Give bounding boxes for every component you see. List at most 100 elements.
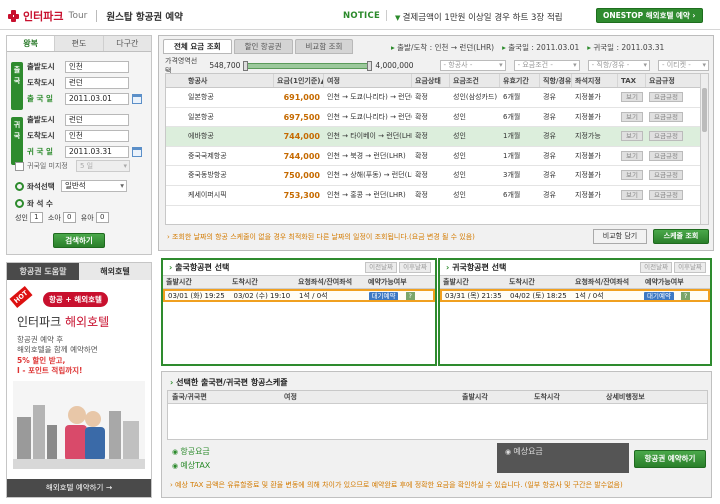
fare-row[interactable]: 중국국제항공 744,000 인천 → 북경 → 런던(LHR) 확정 성인 1… (166, 147, 708, 167)
unset-return-checkbox[interactable] (15, 161, 24, 171)
fare-table-scrollbar[interactable] (700, 74, 708, 224)
promo-description: 항공권 예약 후 해외호텔을 함께 예약하면 (17, 335, 98, 355)
help-icon[interactable]: ? (405, 292, 415, 300)
tab-compare[interactable]: 비교함 조회 (294, 39, 354, 54)
fare-validity: 3개월 (503, 171, 521, 180)
fare-condition-filter-select[interactable]: - 요금조건 - (513, 60, 580, 71)
selected-schedule-panel: 선택한 출국편/귀국편 항공스케쥴 출국/귀국편 여정 출발시각 도착시각 상세… (161, 371, 712, 498)
tax-view-button[interactable]: 보기 (621, 189, 643, 200)
seat-class-select[interactable]: 일반석 (61, 180, 127, 192)
fare-status: 확정 (415, 190, 428, 199)
eticket-filter-select[interactable]: - 이티켓 - (657, 60, 709, 71)
col-airline[interactable]: 항공사 (166, 74, 274, 87)
reserve-ticket-button[interactable]: 항공권 예약하기 (634, 450, 706, 468)
estimated-tax-label: 예상TAX (172, 459, 210, 473)
fare-row[interactable]: 일본항공 691,000 인천 → 도쿄(나리타) → 런던(LHR) 확정 성… (166, 88, 708, 108)
tab-one-way[interactable]: 편도 (55, 36, 104, 51)
return-date-input[interactable]: 2011.03.31 (65, 145, 129, 158)
tab-flight-help[interactable]: 항공권 도움말 (7, 263, 79, 280)
unset-return-days-select[interactable]: 5 일 (76, 160, 130, 172)
col-rule: 요금규정 (646, 74, 704, 87)
tab-discount-fares[interactable]: 할인 항공권 (233, 39, 293, 54)
col-arrive-time: 도착시간 (509, 278, 535, 286)
fare-route: 인천 → 도쿄(나리타) → 런던(LHR) (327, 93, 412, 101)
waitlist-badge[interactable]: 대기예약 (368, 292, 399, 300)
calendar-icon[interactable] (132, 146, 142, 157)
fare-row[interactable]: 케세이퍼시픽 753,300 인천 → 홍콩 → 런던(LHR) 확정 성인 6… (166, 186, 708, 206)
fare-direct: 경유 (543, 190, 556, 199)
tax-view-button[interactable]: 보기 (621, 170, 643, 181)
fare-row[interactable]: 중국동방항공 750,000 인천 → 상해(푸동) → 런던(LHR) 확정 … (166, 166, 708, 186)
slider-handle-max[interactable] (367, 60, 373, 71)
schedule-search-button[interactable]: 스케줄 조회 (653, 229, 709, 244)
depart-date-label: 출 국 일 (27, 94, 53, 103)
tab-multi-city[interactable]: 다구간 (103, 36, 151, 51)
depart-date-input[interactable]: 2011.03.01 (65, 92, 129, 105)
scrollbar-thumb[interactable] (702, 88, 707, 132)
tab-all-fares[interactable]: 전체 요금 조회 (163, 39, 232, 54)
child-label: 소아 (47, 213, 61, 222)
fare-rule-button[interactable]: 요금규정 (649, 92, 683, 102)
return-to-input[interactable]: 인천 (65, 129, 129, 142)
fare-row[interactable]: 일본항공 697,500 인천 → 도쿄(나리타) → 런던(LHR) 확정 성… (166, 108, 708, 128)
tab-round-trip[interactable]: 왕복 (7, 36, 56, 51)
tax-view-button[interactable]: 보기 (621, 131, 643, 142)
promo-highlight: 5% 할인 받고, I - 포인트 적립까지! (17, 356, 82, 376)
logo-tour: Tour (68, 11, 88, 21)
fare-row[interactable]: 에바항공 744,000 인천 → 타이베이 → 런던(LHR) 확정 성인 1… (166, 127, 708, 147)
return-segment-label: 귀국 (11, 117, 23, 165)
airline-name: 일본항공 (188, 93, 214, 101)
fare-rule-button[interactable]: 요금규정 (649, 170, 683, 181)
interpark-logo[interactable]: 인터파크 Tour 원스탑 항공권 예약 (8, 8, 183, 24)
inbound-header: 출발시간 도착시간 요청좌석/잔여좌석 예약가능여부 (440, 276, 710, 289)
promo-desc-line: 항공권 예약 후 (17, 335, 64, 344)
fare-seat: 지정불가 (575, 93, 601, 101)
unset-return-row: 귀국일 미지정 5 일 (15, 160, 130, 172)
slider-handle-min[interactable] (243, 60, 249, 71)
inbound-next-date-button[interactable]: 이후날짜 (674, 262, 706, 273)
depart-to-label: 도착도시 (27, 78, 55, 87)
add-to-compare-button[interactable]: 비교함 담기 (593, 229, 647, 244)
depart-to-row: 도착도시 런던 (27, 76, 149, 89)
help-icon[interactable]: ? (681, 292, 691, 300)
fare-rule-button[interactable]: 요금규정 (649, 131, 683, 142)
search-button[interactable]: 검색하기 (53, 233, 105, 248)
fare-rule-button[interactable]: 요금규정 (649, 150, 683, 161)
adult-count-select[interactable]: 1 (29, 212, 43, 223)
outbound-flight-row[interactable]: 03/01 (화) 19:25 03/02 (수) 19:10 1석 / 0석 … (163, 289, 435, 302)
outbound-prev-date-button[interactable]: 이전날짜 (365, 262, 398, 273)
inbound-availability: 대기예약 ? (641, 291, 708, 300)
notice-text[interactable]: 결제금액이 1만원 이상일 경우 하트 3장 적립 (395, 11, 563, 23)
inbound-seats: 1석 / 0석 (575, 292, 604, 300)
hotel-reserve-link[interactable]: 해외호텔 예약하기 → (7, 479, 151, 497)
return-from-input[interactable]: 런던 (65, 113, 129, 126)
depart-to-input[interactable]: 런던 (65, 76, 129, 89)
return-from-label: 출발도시 (27, 115, 55, 124)
tax-view-button[interactable]: 보기 (621, 150, 643, 161)
col-status: 요금상태 (412, 74, 450, 87)
inbound-flight-row[interactable]: 03/31 (목) 21:35 04/02 (토) 18:25 1석 / 0석 … (440, 289, 710, 302)
onestop-hotel-button[interactable]: ONESTOP 해외호텔 예약 › (596, 8, 703, 23)
child-count-select[interactable]: 0 (62, 212, 76, 223)
direct-filter-select[interactable]: - 직항/경유 - (587, 60, 650, 71)
infant-count-select[interactable]: 0 (95, 212, 109, 223)
inbound-prev-date-button[interactable]: 이전날짜 (640, 262, 673, 273)
col-availability: 예약가능여부 (368, 278, 407, 286)
summary-header: 출국/귀국편 여정 출발시각 도착시각 상세비행정보 (168, 391, 707, 404)
tab-overseas-hotel[interactable]: 해외호텔 (79, 263, 151, 280)
fare-rule-button[interactable]: 요금규정 (649, 111, 683, 122)
calendar-icon[interactable] (132, 93, 142, 104)
fare-route: 인천 → 타이베이 → 런던(LHR) (327, 132, 412, 141)
inbound-flight-panel: 귀국항공편 선택 이전날짜 이후날짜 출발시간 도착시간 요청좌석/잔여좌석 예… (438, 258, 712, 366)
airline-filter-select[interactable]: - 항공사 - (439, 60, 506, 71)
tax-view-button[interactable]: 보기 (621, 92, 643, 102)
fare-validity: 1개월 (503, 132, 521, 141)
waitlist-badge[interactable]: 대기예약 (644, 292, 674, 300)
outbound-next-date-button[interactable]: 이후날짜 (399, 262, 431, 273)
filter-bar: 가격영역선택 548,700 4,000,000 - 항공사 - - 요금조건 … (165, 57, 709, 75)
col-price[interactable]: 요금(1인기준)▲ (274, 74, 324, 87)
fare-rule-button[interactable]: 요금규정 (649, 189, 683, 200)
tax-view-button[interactable]: 보기 (621, 111, 643, 122)
depart-from-input[interactable]: 인천 (65, 60, 129, 73)
price-range-slider[interactable] (243, 60, 373, 71)
